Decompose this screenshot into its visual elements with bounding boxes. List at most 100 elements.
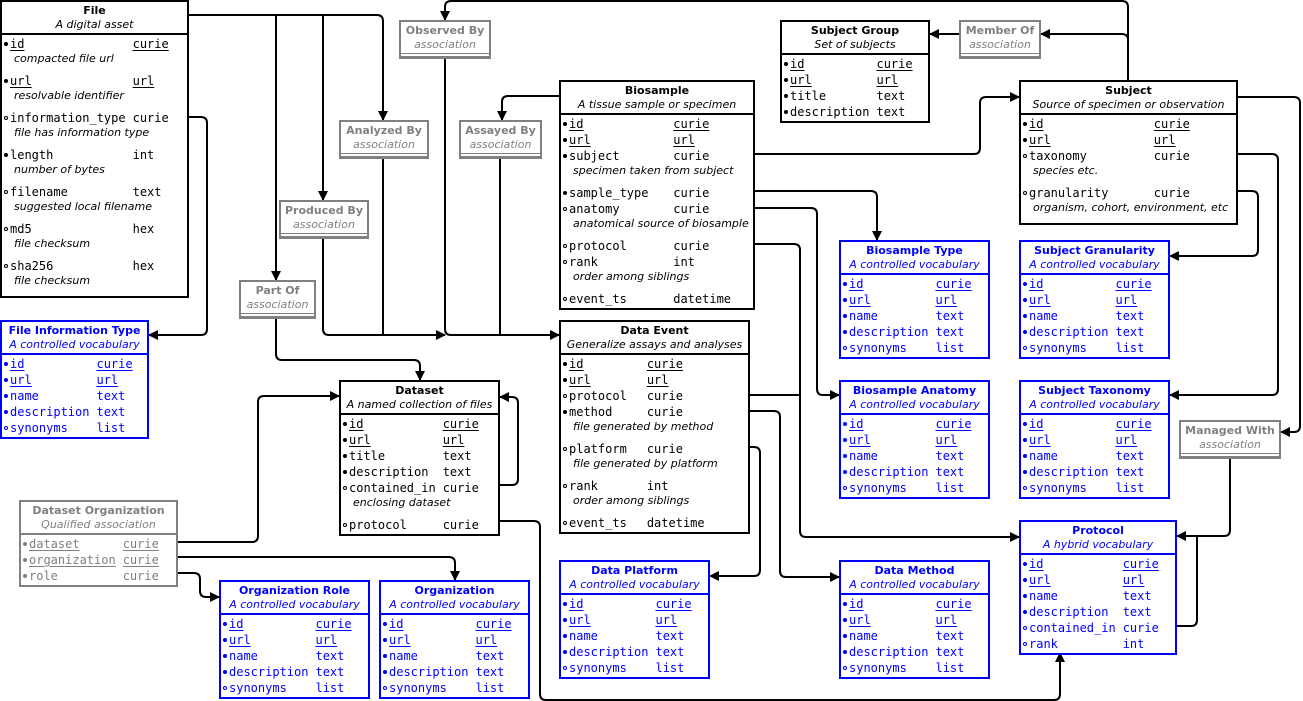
- required-dot-icon: [843, 438, 847, 442]
- table-subtitle: A controlled vocabulary: [229, 598, 360, 611]
- table-assayed-by[interactable]: Assayed By association: [459, 120, 542, 159]
- relationship-arrow: [1176, 455, 1231, 541]
- field-name-text: description: [1029, 465, 1109, 479]
- required-dot-icon: [223, 670, 227, 674]
- field-type: text: [935, 325, 965, 339]
- field-name-text: id: [1029, 417, 1044, 431]
- field-description: file checksum: [14, 237, 91, 250]
- field-name-text: description: [849, 645, 929, 659]
- field-type: url: [315, 633, 338, 647]
- table-data-event[interactable]: Data Event Generalize assays and analyses…: [559, 320, 750, 534]
- field-list: id curie url url name text description text syno…: [841, 415, 988, 497]
- field-name-text: rank: [569, 479, 598, 493]
- table-subject-group[interactable]: Subject Group Set of subjects id curie url ur…: [780, 20, 930, 123]
- field-name: description: [343, 464, 436, 480]
- required-dot-icon: [1023, 422, 1027, 426]
- field-list: id curie url url protocol curie method curie fil…: [561, 355, 748, 532]
- table-header: Protocol A hybrid vocabulary: [1021, 522, 1175, 555]
- field-name: id: [784, 56, 869, 72]
- table-analyzed-by[interactable]: Analyzed By association: [339, 120, 429, 159]
- required-dot-icon: [1023, 562, 1027, 566]
- field-name-text: id: [1029, 277, 1044, 291]
- optional-circle-icon: [563, 244, 567, 248]
- field-type: curie: [876, 57, 913, 71]
- field-type: text: [935, 465, 965, 479]
- table-subject-granularity[interactable]: Subject Granularity A controlled vocabula…: [1019, 240, 1170, 359]
- field-name-text: protocol: [349, 518, 407, 532]
- table-header: Subject Source of specimen or observation: [1021, 82, 1236, 115]
- field-list: id curie url url taxonomy curie species etc. gr…: [1021, 115, 1236, 223]
- field-name: md5: [4, 221, 126, 237]
- field-name-text: url: [1029, 573, 1051, 587]
- table-subtitle: A controlled vocabulary: [849, 578, 980, 591]
- field-name-text: description: [1029, 325, 1109, 339]
- table-observed-by[interactable]: Observed By association: [399, 20, 491, 59]
- table-file[interactable]: File A digital asset id curie compacted file…: [0, 0, 189, 298]
- field-description: number of bytes: [14, 163, 105, 176]
- required-dot-icon: [4, 394, 8, 398]
- required-dot-icon: [383, 654, 387, 658]
- table-header: File A digital asset: [2, 2, 187, 35]
- field-list: id curie url url name text description text cont…: [1021, 555, 1175, 653]
- table-title: Member Of: [965, 24, 1035, 37]
- table-file-information-type[interactable]: File Information Type A controlled vocabu…: [0, 320, 149, 439]
- field-name: url: [843, 432, 928, 448]
- table-managed-with[interactable]: Managed With association: [1179, 420, 1281, 459]
- field-type: url: [646, 373, 669, 387]
- field-name-text: description: [849, 325, 929, 339]
- table-subtitle: association: [1199, 438, 1261, 451]
- table-title: Subject: [1105, 84, 1152, 97]
- table-title: Data Method: [874, 564, 955, 577]
- table-subtitle: A controlled vocabulary: [1029, 258, 1160, 271]
- relationship-arrow: [322, 235, 446, 340]
- field-name: url: [383, 632, 468, 648]
- field-name: name: [383, 648, 468, 664]
- field-type: curie: [1153, 149, 1190, 163]
- field-name: taxonomy: [1023, 148, 1147, 164]
- field-name-text: method: [569, 405, 613, 419]
- field-name-text: title: [349, 449, 386, 463]
- optional-circle-icon: [1023, 346, 1027, 350]
- table-dataset-organization[interactable]: Dataset Organization Qualified associatio…: [19, 500, 178, 587]
- optional-circle-icon: [843, 346, 847, 350]
- field-type: text: [1115, 309, 1145, 323]
- field-name-text: event_ts: [569, 292, 627, 306]
- table-biosample[interactable]: Biosample A tissue sample or specimen id cu…: [559, 80, 755, 310]
- table-member-of[interactable]: Member Of association: [959, 20, 1041, 59]
- table-subtitle: A hybrid vocabulary: [1042, 538, 1154, 551]
- table-produced-by[interactable]: Produced By association: [279, 200, 369, 239]
- table-organization[interactable]: Organization A controlled vocabulary id cur…: [379, 580, 530, 699]
- table-dataset[interactable]: Dataset A named collection of files id curi…: [339, 380, 500, 536]
- table-subtitle: A controlled vocabulary: [389, 598, 520, 611]
- field-name: id: [843, 416, 928, 432]
- table-biosample-anatomy[interactable]: Biosample Anatomy A controlled vocabulary…: [839, 380, 990, 499]
- table-title: Protocol: [1072, 524, 1124, 537]
- field-name: rank: [563, 254, 666, 270]
- required-dot-icon: [1023, 610, 1027, 614]
- table-data-method[interactable]: Data Method A controlled vocabulary id curi…: [839, 560, 990, 679]
- table-part-of[interactable]: Part Of association: [239, 280, 316, 319]
- table-subject-taxonomy[interactable]: Subject Taxonomy A controlled vocabulary i…: [1019, 380, 1170, 499]
- optional-circle-icon: [343, 523, 347, 527]
- table-subtitle: A named collection of files: [346, 398, 493, 411]
- field-name-text: url: [349, 433, 371, 447]
- field-type: text: [315, 649, 345, 663]
- table-organization-role[interactable]: Organization Role A controlled vocabulary…: [219, 580, 370, 699]
- field-name-text: dataset: [29, 537, 80, 551]
- field-type: curie: [132, 37, 169, 51]
- table-subject[interactable]: Subject Source of specimen or observation…: [1019, 80, 1238, 225]
- relationship-arrow: [275, 315, 425, 381]
- table-protocol[interactable]: Protocol A hybrid vocabulary id curie url url…: [1019, 520, 1177, 655]
- table-title: Biosample Anatomy: [852, 384, 977, 397]
- field-name: event_ts: [563, 291, 666, 307]
- field-name-text: information_type: [10, 111, 126, 125]
- table-biosample-type[interactable]: Biosample Type A controlled vocabulary id c…: [839, 240, 990, 359]
- field-name: protocol: [563, 238, 666, 254]
- table-title: Biosample: [624, 84, 690, 97]
- table-data-platform[interactable]: Data Platform A controlled vocabulary id cu…: [559, 560, 710, 679]
- field-type: curie: [646, 442, 683, 456]
- field-name-text: name: [849, 449, 878, 463]
- field-name: id: [563, 356, 640, 372]
- field-name: name: [1023, 308, 1108, 324]
- optional-circle-icon: [563, 394, 567, 398]
